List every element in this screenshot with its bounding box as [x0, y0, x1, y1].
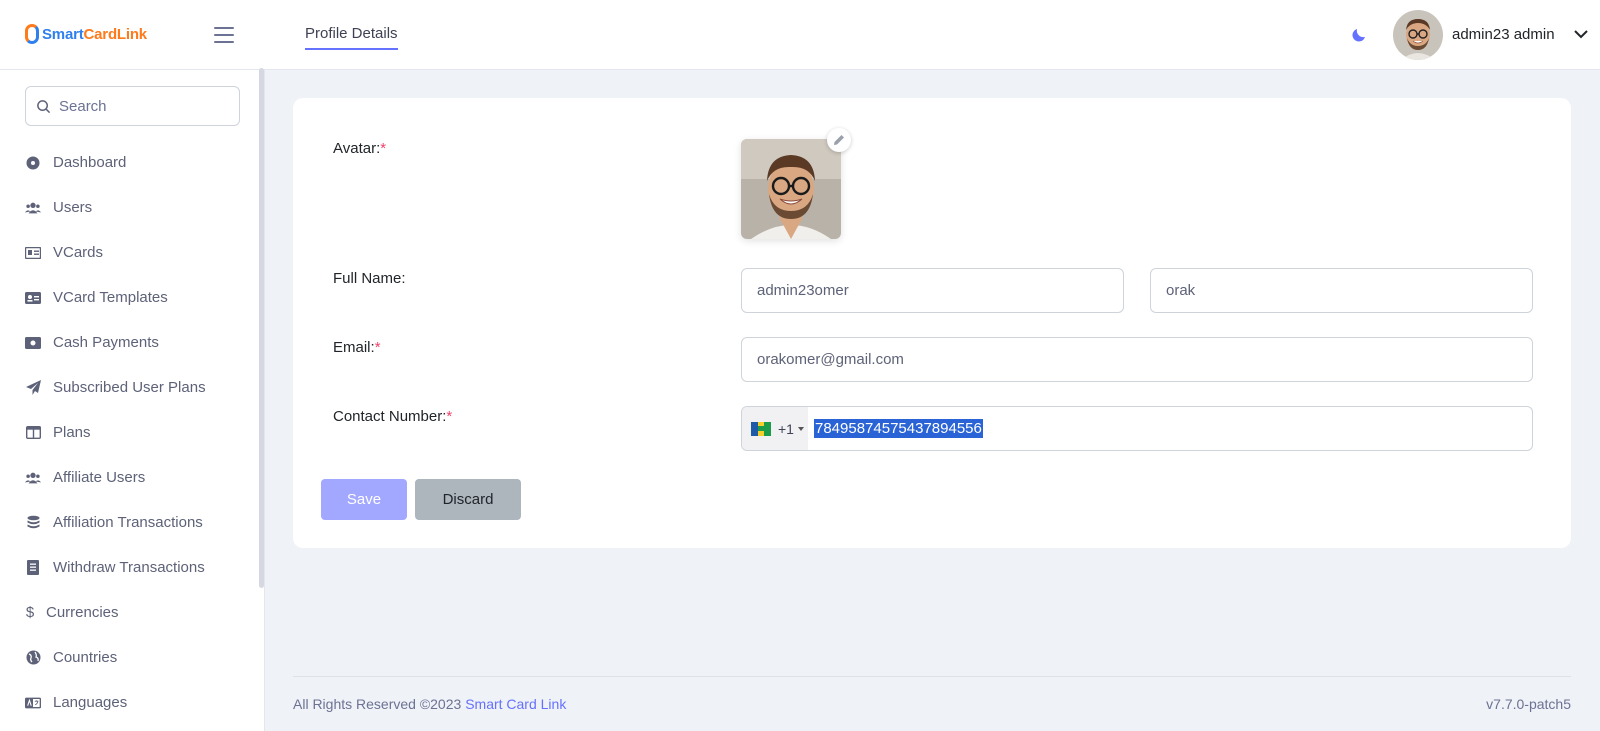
brand-name-part1: Smart: [42, 25, 84, 43]
sidebar-item-label: Plans: [53, 424, 91, 441]
brand-logo[interactable]: SmartCardLink: [25, 24, 147, 44]
avatar-edit-button[interactable]: [827, 128, 851, 152]
phone-field[interactable]: +1 784958745754378945​56: [741, 406, 1533, 451]
dial-code: +1: [778, 420, 794, 437]
sidebar-item-cash-payments[interactable]: Cash Payments: [0, 320, 255, 365]
sidebar: Dashboard Users VCards VCard Templates C…: [0, 70, 265, 731]
footer-copyright: All Rights Reserved ©2023 Smart Card Lin…: [293, 696, 567, 712]
sidebar-item-label: VCards: [53, 244, 104, 261]
sidebar-item-label: Countries: [53, 649, 118, 666]
pencil-icon: [834, 135, 844, 145]
email-label: Email:*: [333, 339, 381, 356]
footer-link[interactable]: Smart Card Link: [465, 696, 566, 712]
users-icon: [25, 470, 41, 486]
sidebar-nav: Dashboard Users VCards VCard Templates C…: [0, 140, 255, 725]
save-button[interactable]: Save: [321, 479, 407, 520]
sidebar-item-currencies[interactable]: $ Currencies: [0, 590, 255, 635]
sidebar-item-withdraw-transactions[interactable]: Withdraw Transactions: [0, 545, 255, 590]
sidebar-item-dashboard[interactable]: Dashboard: [0, 140, 255, 185]
country-code-select[interactable]: +1: [742, 407, 808, 450]
sidebar-search[interactable]: [25, 86, 240, 126]
sidebar-item-countries[interactable]: Countries: [0, 635, 255, 680]
full-name-label: Full Name:: [333, 270, 406, 287]
contact-number-label: Contact Number:*: [333, 408, 453, 425]
avatar-image: [741, 139, 841, 239]
sidebar-item-label: Currencies: [46, 604, 119, 621]
tab-profile-details[interactable]: Profile Details: [305, 25, 398, 50]
user-name[interactable]: admin23 admin: [1452, 26, 1555, 43]
vcard-icon: [25, 245, 41, 261]
dark-mode-moon-icon[interactable]: [1350, 26, 1368, 44]
receipt-icon: [25, 560, 41, 576]
sidebar-item-label: Dashboard: [53, 154, 127, 171]
search-input[interactable]: [59, 97, 219, 115]
language-icon: [25, 695, 41, 711]
sidebar-item-label: Languages: [53, 694, 128, 711]
first-name-input[interactable]: [741, 268, 1124, 313]
email-input[interactable]: [741, 337, 1533, 382]
sidebar-item-vcard-templates[interactable]: VCard Templates: [0, 275, 255, 320]
sidebar-item-users[interactable]: Users: [0, 185, 255, 230]
users-icon: [25, 200, 41, 216]
sidebar-item-label: Affiliation Transactions: [53, 514, 203, 531]
dollar-icon: $: [25, 604, 35, 621]
sidebar-item-label: VCard Templates: [53, 289, 168, 306]
caret-down-icon: [797, 426, 804, 431]
paper-plane-icon: [25, 380, 41, 396]
sidebar-item-affiliation-transactions[interactable]: Affiliation Transactions: [0, 500, 255, 545]
chevron-down-icon[interactable]: [1573, 28, 1589, 40]
sidebar-item-label: Subscribed User Plans: [53, 379, 206, 396]
last-name-input[interactable]: [1150, 268, 1533, 313]
required-mark: *: [380, 140, 387, 157]
money-bill-icon: [25, 335, 41, 351]
sidebar-item-subscribed-user-plans[interactable]: Subscribed User Plans: [0, 365, 255, 410]
sidebar-item-languages[interactable]: Languages: [0, 680, 255, 725]
sidebar-item-vcards[interactable]: VCards: [0, 230, 255, 275]
sidebar-item-label: Withdraw Transactions: [53, 559, 205, 576]
globe-icon: [25, 650, 41, 666]
user-avatar[interactable]: [1393, 10, 1443, 60]
table-columns-icon: [25, 425, 41, 441]
top-header: SmartCardLink Profile Details admin23 ad…: [0, 0, 1600, 70]
required-mark: *: [374, 339, 381, 356]
discard-button[interactable]: Discard: [415, 479, 521, 520]
sidebar-item-label: Affiliate Users: [53, 469, 146, 486]
sidebar-scrollbar[interactable]: [259, 68, 264, 588]
dashboard-icon: [25, 155, 41, 171]
flag-icon: [751, 421, 772, 436]
brand-name-part2: CardLink: [83, 25, 148, 43]
footer-divider: [293, 676, 1571, 677]
phone-number-input[interactable]: 784958745754378945​56: [814, 419, 983, 438]
menu-toggle-icon[interactable]: [214, 27, 234, 43]
coins-icon: [25, 515, 41, 531]
sidebar-item-label: Users: [53, 199, 93, 216]
sidebar-item-affiliate-users[interactable]: Affiliate Users: [0, 455, 255, 500]
required-mark: *: [446, 408, 453, 425]
profile-form-card: Avatar:* Full Name: Email:* Contact Numb…: [293, 98, 1571, 548]
app-version: v7.7.0-patch5: [1486, 696, 1571, 712]
avatar-label: Avatar:*: [333, 140, 387, 157]
logo-icon: [25, 24, 39, 44]
sidebar-item-plans[interactable]: Plans: [0, 410, 255, 455]
sidebar-item-label: Cash Payments: [53, 334, 159, 351]
search-icon: [37, 99, 51, 113]
id-card-icon: [25, 290, 41, 306]
